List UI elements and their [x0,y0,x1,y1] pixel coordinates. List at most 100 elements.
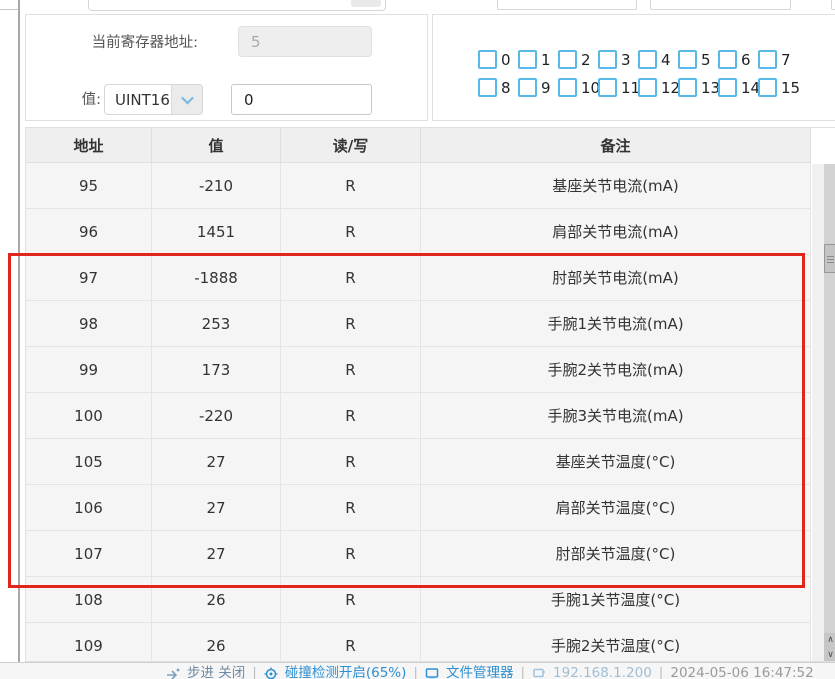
bit-checkbox-6[interactable] [718,50,737,69]
scrollbar-grip [827,262,834,263]
cell-rw: R [281,301,421,347]
table-row[interactable]: 99173R手腕2关节电流(mA) [26,347,811,393]
cut-off-field-3[interactable] [831,0,835,10]
cell-address: 100 [26,393,152,439]
status-separator: | [252,663,257,679]
cell-address: 98 [26,301,152,347]
bit-checkbox-item: 8 [478,78,518,97]
cell-rw: R [281,623,421,662]
bit-panel: 01234567 89101112131415 [432,14,835,121]
bit-checkbox-item: 9 [518,78,558,97]
cell-rw: R [281,347,421,393]
register-table-body: 95-210R基座关节电流(mA)961451R肩部关节电流(mA)97-188… [26,163,811,662]
table-row[interactable]: 98253R手腕1关节电流(mA) [26,301,811,347]
bit-checkbox-2[interactable] [558,50,577,69]
bit-checkbox-0[interactable] [478,50,497,69]
table-row[interactable]: 961451R肩部关节电流(mA) [26,209,811,255]
cut-off-field-1[interactable] [497,0,637,10]
cell-rw: R [281,393,421,439]
status-separator: | [659,663,664,679]
bit-checkbox-label: 7 [781,51,791,69]
cell-address: 108 [26,577,152,623]
cell-note: 基座关节温度(°C) [421,439,811,485]
bit-checkbox-13[interactable] [678,78,697,97]
cell-note: 肩部关节温度(°C) [421,485,811,531]
file-manager-label[interactable]: 文件管理器 [446,663,514,679]
cell-note: 基座关节电流(mA) [421,163,811,209]
bit-row-8-15: 89101112131415 [478,78,798,97]
cell-note: 肩部关节电流(mA) [421,209,811,255]
bit-checkbox-item: 11 [598,78,638,97]
bit-checkbox-5[interactable] [678,50,697,69]
bit-checkbox-8[interactable] [478,78,497,97]
current-register-address-input[interactable] [238,26,372,57]
cell-address: 96 [26,209,152,255]
vertical-scrollbar[interactable]: ∧ ∨ [824,164,835,662]
bit-checkbox-4[interactable] [638,50,657,69]
table-header-row: 地址 值 读/写 备注 [26,128,811,163]
cell-value: 253 [152,301,281,347]
chevron-up-icon: ∧ [827,636,834,645]
bit-checkbox-label: 6 [741,51,751,69]
bit-checkbox-10[interactable] [558,78,577,97]
cell-address: 97 [26,255,152,301]
table-row[interactable]: 10627R肩部关节温度(°C) [26,485,811,531]
table-header-rw: 读/写 [281,128,421,163]
collision-detection-label[interactable]: 碰撞检测开启(65%) [285,663,407,679]
bit-checkbox-1[interactable] [518,50,537,69]
cell-note: 手腕1关节温度(°C) [421,577,811,623]
register-table: 地址 值 读/写 备注 95-210R基座关节电流(mA)961451R肩部关节… [26,128,811,662]
bit-checkbox-9[interactable] [518,78,537,97]
value-input[interactable] [231,84,372,115]
cell-value: 27 [152,439,281,485]
file-manager-icon [425,667,439,679]
cell-address: 107 [26,531,152,577]
bit-checkbox-item: 10 [558,78,598,97]
table-row[interactable]: 100-220R手腕3关节电流(mA) [26,393,811,439]
cell-note: 手腕2关节电流(mA) [421,347,811,393]
bit-row-0-7: 01234567 [478,50,798,69]
window-splitter[interactable] [18,0,20,662]
bit-checkbox-item: 0 [478,50,518,69]
table-header-value: 值 [152,128,281,163]
table-header-note: 备注 [421,128,811,163]
bit-checkbox-item: 6 [718,50,758,69]
datetime-label: 2024-05-06 16:47:52 [670,663,813,679]
scroll-down-button[interactable]: ∨ [824,648,835,662]
bit-checkbox-11[interactable] [598,78,617,97]
cut-off-input-button[interactable] [351,0,381,7]
bit-checkbox-14[interactable] [718,78,737,97]
bit-checkbox-item: 1 [518,50,558,69]
cut-off-input[interactable] [88,0,386,11]
value-type-dropdown-button[interactable] [171,85,202,114]
value-type-select[interactable]: UINT16 [104,84,203,115]
step-status-label[interactable]: 步进 关闭 [187,663,245,679]
bit-checkbox-label: 2 [581,51,591,69]
cell-value: 26 [152,577,281,623]
bit-checkbox-item: 13 [678,78,718,97]
bit-checkbox-12[interactable] [638,78,657,97]
bit-checkbox-label: 1 [541,51,551,69]
table-row[interactable]: 10826R手腕1关节温度(°C) [26,577,811,623]
bit-checkbox-item: 4 [638,50,678,69]
table-row[interactable]: 10926R手腕2关节温度(°C) [26,623,811,662]
cut-off-field-2[interactable] [650,0,791,10]
cell-value: 26 [152,623,281,662]
status-bar: 步进 关闭 | 碰撞检测开启(65%) | 文件管理器 | 192.168.1.… [0,662,835,679]
cell-note: 肘部关节温度(°C) [421,531,811,577]
cell-note: 肘部关节电流(mA) [421,255,811,301]
cell-address: 105 [26,439,152,485]
bit-checkbox-item: 2 [558,50,598,69]
bit-checkbox-15[interactable] [758,78,777,97]
status-separator: | [413,663,418,679]
table-row[interactable]: 10527R基座关节温度(°C) [26,439,811,485]
table-row[interactable]: 10727R肘部关节温度(°C) [26,531,811,577]
bit-checkbox-3[interactable] [598,50,617,69]
bit-checkbox-7[interactable] [758,50,777,69]
table-row[interactable]: 97-1888R肘部关节电流(mA) [26,255,811,301]
cell-value: -210 [152,163,281,209]
cell-rw: R [281,531,421,577]
scroll-up-button[interactable]: ∧ [824,633,835,648]
table-row[interactable]: 95-210R基座关节电流(mA) [26,163,811,209]
scrollbar-thumb[interactable] [824,244,835,273]
